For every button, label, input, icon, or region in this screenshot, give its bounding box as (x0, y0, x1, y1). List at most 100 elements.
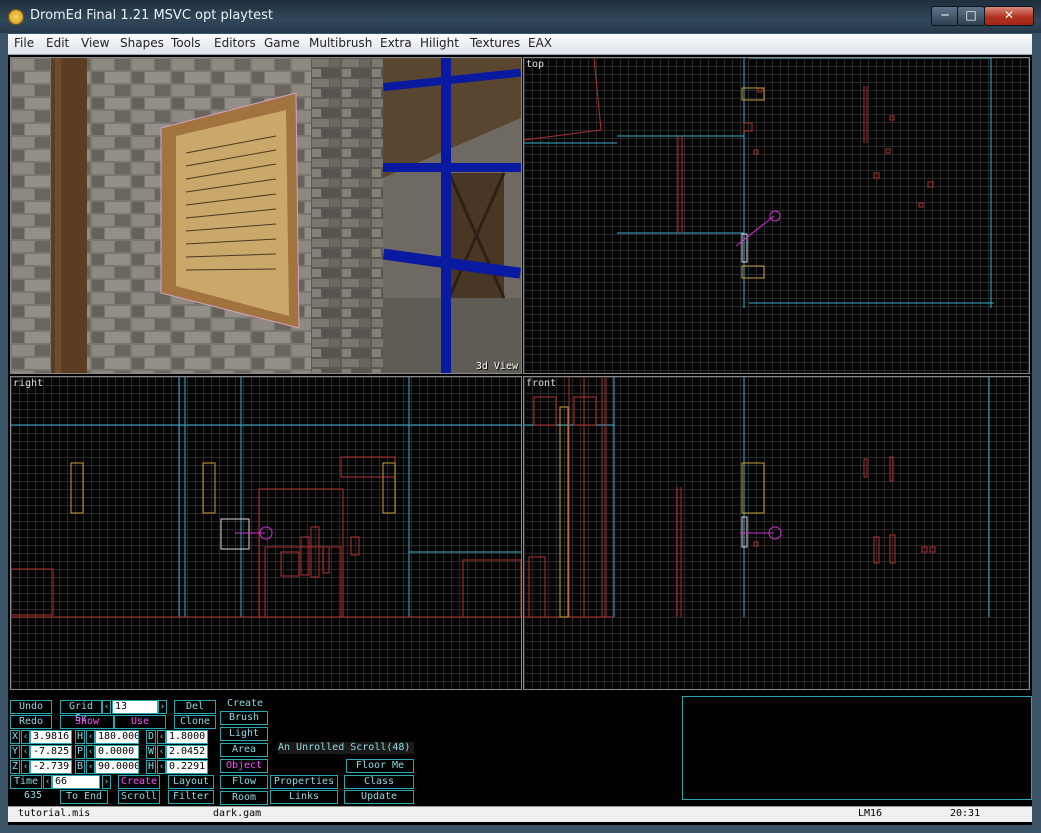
grid-size-field[interactable]: 13 (112, 700, 158, 714)
status-gamesys-file: dark.gam (213, 808, 262, 819)
update-button[interactable]: Update (344, 790, 414, 804)
size-z-decrease-arrow[interactable]: ‹ (157, 760, 166, 774)
time-increase-arrow[interactable]: › (102, 775, 111, 789)
menu-extra[interactable]: Extra (380, 36, 412, 50)
size-x-decrease-arrow[interactable]: ‹ (157, 730, 166, 744)
x-decrease-arrow[interactable]: ‹ (21, 730, 30, 744)
status-time: 20:31 (950, 808, 981, 819)
room-button[interactable]: Room (220, 791, 268, 805)
bank-field[interactable]: 90.0000 (95, 760, 139, 774)
redo-button[interactable]: Redo (10, 715, 52, 729)
menu-textures[interactable]: Textures (470, 36, 520, 50)
brush-count: 635 (24, 790, 43, 801)
viewport-right[interactable]: right (10, 376, 522, 690)
floor-me-button[interactable]: Floor Me (346, 759, 414, 773)
flow-button[interactable]: Flow (220, 775, 268, 789)
editor-client-area: 3d View top right front Undo Redo Grid S… (8, 55, 1032, 825)
close-button[interactable]: ✕ (984, 6, 1034, 26)
create-brush-label-top: Create (226, 698, 264, 709)
area-button[interactable]: Area (220, 743, 268, 757)
front-view-brushes (524, 377, 990, 618)
object-button[interactable]: Object (220, 759, 268, 773)
delete-button[interactable]: Del (174, 700, 216, 714)
menu-editors[interactable]: Editors (214, 36, 256, 50)
viewport-front[interactable]: front (523, 376, 1030, 690)
light-button[interactable]: Light (220, 727, 268, 741)
right-view-brushes (11, 377, 521, 618)
status-mission-file: tutorial.mis (18, 808, 91, 819)
pitch-label: P (75, 745, 85, 759)
scroll-button[interactable]: Scroll (118, 790, 160, 804)
layout-button[interactable]: Layout (168, 775, 214, 789)
menu-eax[interactable]: EAX (528, 36, 552, 50)
time-field[interactable]: 66 (52, 775, 100, 789)
viewport-3d[interactable]: 3d View (10, 57, 522, 374)
size-x-label: D (146, 730, 156, 744)
menu-bar: File Edit View Shapes Tools Editors Game… (8, 34, 1032, 55)
size-y-field[interactable]: 2.0452 (166, 745, 208, 759)
app-window: DromEd Final 1.21 MSVC opt playtest ─ □ … (0, 0, 1041, 833)
menu-game[interactable]: Game (264, 36, 300, 50)
menu-hilight[interactable]: Hilight (420, 36, 459, 50)
menu-multibrush[interactable]: Multibrush (309, 36, 372, 50)
size-z-field[interactable]: 0.2291 (166, 760, 208, 774)
dromed-app-icon (8, 9, 24, 25)
minimize-button[interactable]: ─ (931, 6, 959, 26)
size-y-label: W (146, 745, 156, 759)
pitch-field[interactable]: 0.0000 (95, 745, 139, 759)
grid-size-decrease-arrow[interactable]: ‹ (102, 700, 111, 714)
menu-file[interactable]: File (14, 36, 34, 50)
viewport-3d-label: 3d View (475, 361, 518, 372)
window-title: DromEd Final 1.21 MSVC opt playtest (30, 8, 273, 23)
y-decrease-arrow[interactable]: ‹ (21, 745, 30, 759)
size-x-field[interactable]: 1.8000 (166, 730, 208, 744)
grid-size-button[interactable]: Grid Sz (60, 700, 102, 724)
status-bar: tutorial.mis dark.gam LM16 20:31 (8, 806, 1032, 822)
y-label: Y (10, 745, 20, 759)
menu-tools[interactable]: Tools (171, 36, 201, 50)
bank-decrease-arrow[interactable]: ‹ (86, 760, 95, 774)
x-position-field[interactable]: 3.9816 (30, 730, 72, 744)
viewport-right-label: right (13, 378, 44, 389)
menu-view[interactable]: View (81, 36, 109, 50)
use-button[interactable]: Use (114, 715, 166, 729)
heading-field[interactable]: 180.000 (95, 730, 139, 744)
links-button[interactable]: Links (270, 790, 338, 804)
to-end-button[interactable]: To End (60, 790, 108, 804)
undo-button[interactable]: Undo (10, 700, 52, 714)
size-z-label: H (146, 760, 156, 774)
pitch-decrease-arrow[interactable]: ‹ (86, 745, 95, 759)
title-bar[interactable]: DromEd Final 1.21 MSVC opt playtest ─ □ … (0, 0, 1041, 33)
show-button[interactable]: Show (60, 715, 114, 729)
time-decrease-arrow[interactable]: ‹ (43, 775, 52, 789)
clone-button[interactable]: Clone (174, 715, 216, 729)
maximize-button[interactable]: □ (957, 6, 985, 26)
menu-shapes[interactable]: Shapes (120, 36, 164, 50)
selected-object-name: An Unrolled Scroll(48) (278, 742, 414, 754)
menu-edit[interactable]: Edit (46, 36, 69, 50)
create-button[interactable]: Create (118, 775, 160, 789)
size-y-decrease-arrow[interactable]: ‹ (157, 745, 166, 759)
z-label: Z (10, 760, 20, 774)
top-view-brushes (524, 58, 994, 308)
status-lightmap-mode: LM16 (858, 808, 883, 819)
viewport-top-label: top (526, 59, 545, 70)
heading-decrease-arrow[interactable]: ‹ (86, 730, 95, 744)
rendered-3d-scene (11, 58, 521, 373)
time-label: Time (10, 775, 42, 789)
properties-button[interactable]: Properties (270, 775, 338, 789)
viewport-top[interactable]: top (523, 57, 1030, 374)
class-button[interactable]: Class (344, 775, 414, 789)
z-decrease-arrow[interactable]: ‹ (21, 760, 30, 774)
viewport-front-label: front (526, 378, 557, 389)
y-position-field[interactable]: -7.825 (30, 745, 72, 759)
z-position-field[interactable]: -2.739 (30, 760, 72, 774)
create-brush-button[interactable]: Brush (220, 711, 268, 725)
bank-label: B (75, 760, 85, 774)
message-output-box (682, 696, 1032, 800)
control-panel: Undo Redo Grid Sz ‹ 13 › Show Use Del Cl… (8, 693, 1032, 805)
filter-button[interactable]: Filter (168, 790, 214, 804)
x-label: X (10, 730, 20, 744)
heading-label: H (75, 730, 85, 744)
grid-size-increase-arrow[interactable]: › (158, 700, 167, 714)
